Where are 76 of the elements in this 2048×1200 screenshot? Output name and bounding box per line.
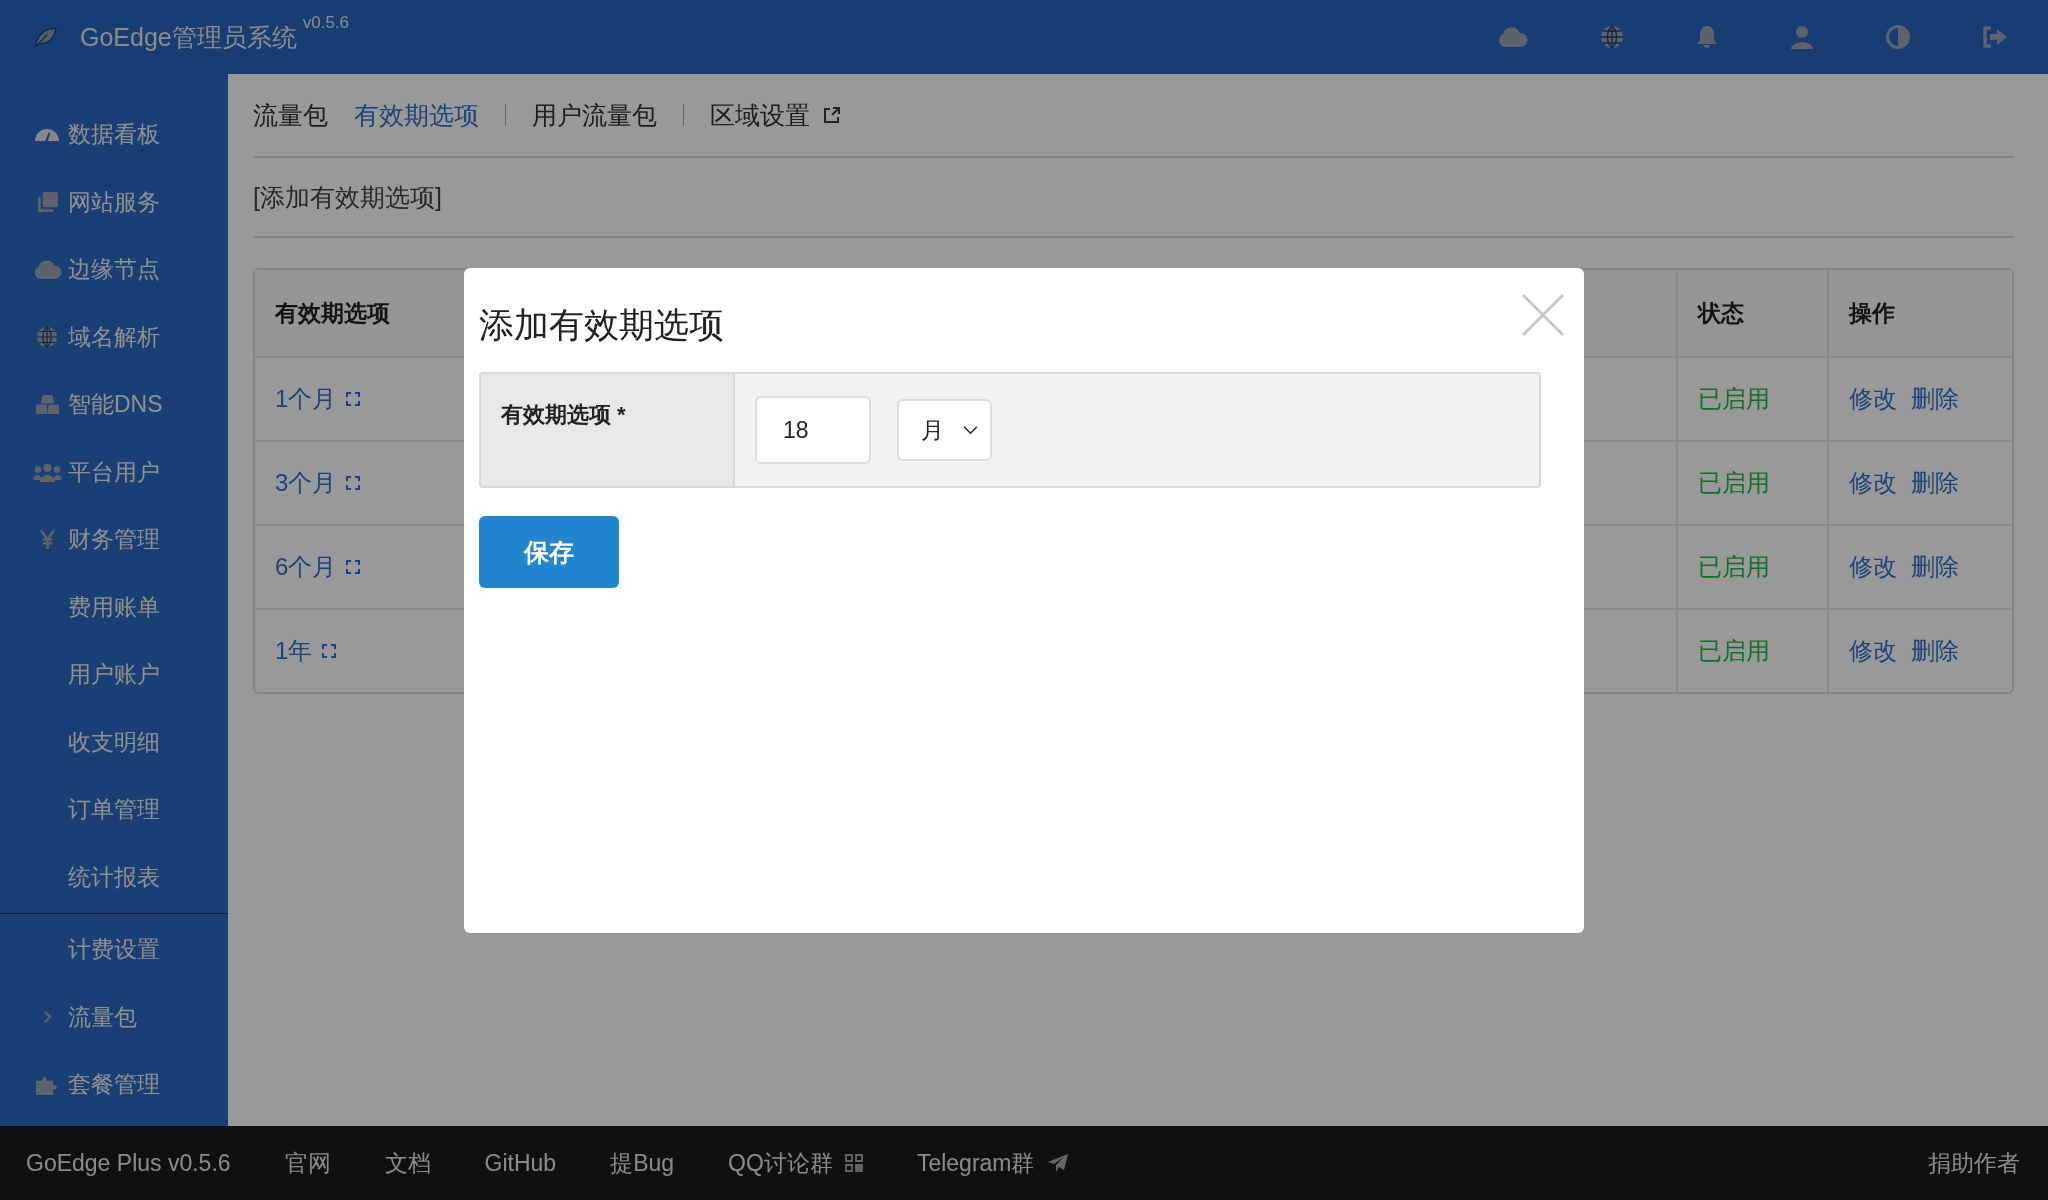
action-link[interactable]: 删除 [1911,551,1959,583]
column-header: 有效期选项 [275,298,390,328]
action-link[interactable]: 删除 [1911,467,1959,499]
status-text: 已启用 [1698,384,1770,414]
cubes-icon [34,394,60,416]
column-header: 操作 [1849,298,1895,328]
version-label: v0.5.6 [302,12,350,33]
tab[interactable]: 有效期选项 [354,98,479,132]
bell-icon[interactable] [1696,25,1718,49]
period-input[interactable]: 18 [755,396,871,464]
action-link[interactable]: 修改 [1849,635,1897,667]
paper-plane-icon [1046,1153,1069,1173]
caret-icon [963,425,978,435]
dialog-title: 添加有效期选项 [479,304,725,346]
footer-link[interactable]: GoEdge Plus v0.5.6 [26,1149,231,1177]
contrast-icon[interactable] [1886,25,1910,49]
expand-icon[interactable] [322,644,337,658]
sidebar-item[interactable]: 数据看板 [0,101,228,169]
column-header: 状态 [1698,298,1744,328]
expand-icon[interactable] [346,476,361,490]
cloud-icon [32,259,62,281]
period-link[interactable]: 6个月 [275,551,337,583]
app-title[interactable]: GoEdge管理员系统 [80,20,297,54]
sidebar-item[interactable]: 网站服务 [0,168,228,236]
sidebar-item[interactable]: 计费设置 [0,916,228,984]
unit-select[interactable]: 月 [897,399,992,461]
tab[interactable]: 用户流量包 [532,98,657,132]
globe-icon [36,326,58,349]
expand-icon[interactable] [346,560,361,574]
sidebar-item[interactable]: 统计报表 [0,843,228,911]
expand-icon[interactable] [346,392,361,406]
yen-icon [39,529,55,551]
copy-icon [35,190,59,214]
sidebar-item[interactable]: 流量包 [0,983,228,1051]
cloud-icon[interactable] [1496,26,1528,48]
users-icon [32,462,62,482]
user-icon[interactable] [1790,25,1814,49]
sidebar-item[interactable]: 用户账户 [0,641,228,709]
globe-icon[interactable] [1600,25,1624,49]
footer-link[interactable]: Telegram群 [916,1147,1069,1179]
tab[interactable]: 区域设置 [710,98,842,132]
footer-link[interactable]: GitHub [484,1149,557,1177]
footer-link[interactable]: QQ讨论群 [728,1147,863,1179]
period-link[interactable]: 1个月 [275,383,337,415]
qr-code-icon [844,1154,863,1172]
donate-link[interactable]: 捐助作者 [1928,1147,2020,1179]
status-text: 已启用 [1698,552,1770,582]
gauge-icon [34,127,60,142]
sidebar-item[interactable]: 费用账单 [0,573,228,641]
action-link[interactable]: 删除 [1911,635,1959,667]
close-icon[interactable] [1521,293,1565,337]
footer-link[interactable]: 提Bug [610,1147,675,1179]
field-label: 有效期选项 * [501,402,626,427]
sidebar-item[interactable]: 收支明细 [0,708,228,776]
sidebar-item[interactable]: 财务管理 [0,506,228,574]
sidebar-item[interactable]: 智能DNS [0,371,228,439]
save-button[interactable]: 保存 [479,516,619,588]
period-link[interactable]: 1年 [275,635,313,667]
sidebar-item[interactable]: 域名解析 [0,303,228,371]
action-link[interactable]: 删除 [1911,383,1959,415]
period-link[interactable]: 3个月 [275,467,337,499]
sidebar-item[interactable]: 平台用户 [0,438,228,506]
footer-link[interactable]: 官网 [284,1147,331,1179]
sidebar-item[interactable]: 订单管理 [0,776,228,844]
footer-link[interactable]: 文档 [384,1147,431,1179]
sidebar-item[interactable]: 套餐管理 [0,1051,228,1119]
add-option-link[interactable]: [添加有效期选项] [253,180,442,214]
logout-icon[interactable] [1982,26,2008,48]
status-text: 已启用 [1698,636,1770,666]
sidebar-item[interactable]: 边缘节点 [0,236,228,304]
chevron-right-icon [42,1010,52,1025]
status-text: 已启用 [1698,468,1770,498]
action-link[interactable]: 修改 [1849,383,1897,415]
action-link[interactable]: 修改 [1849,551,1897,583]
action-link[interactable]: 修改 [1849,467,1897,499]
tab[interactable]: 流量包 [253,98,328,132]
